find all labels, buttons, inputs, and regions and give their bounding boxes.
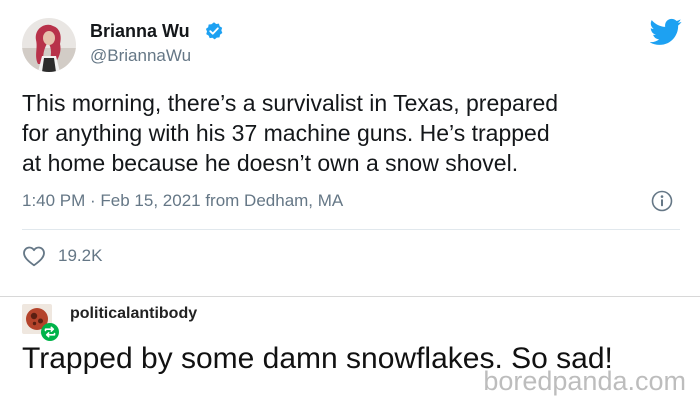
tweet-text-line: at home because he doesn’t own a snow sh… (22, 150, 519, 176)
twitter-bird-icon[interactable] (649, 18, 682, 46)
reblogger-username[interactable]: politicalantibody (70, 304, 197, 324)
reblog-icon (41, 323, 59, 341)
tweet-body: This morning, there’s a survivalist in T… (22, 88, 682, 178)
page: Brianna Wu @BriannaWu This morning, ther… (0, 0, 700, 402)
reblog-section: politicalantibody Trapped by some damn s… (0, 297, 700, 402)
tweet-divider (22, 229, 680, 230)
heart-icon[interactable] (22, 245, 46, 267)
author-display-name[interactable]: Brianna Wu (90, 20, 190, 42)
avatar-icon[interactable] (22, 304, 60, 342)
verified-badge-icon (204, 21, 224, 41)
tweet-card: Brianna Wu @BriannaWu This morning, ther… (0, 0, 700, 297)
info-icon[interactable] (651, 190, 673, 212)
author-handle[interactable]: @BriannaWu (90, 45, 191, 67)
like-count: 19.2K (58, 246, 103, 265)
author-avatar[interactable] (22, 18, 76, 72)
tweet-timestamp[interactable]: 1:40 PM · Feb 15, 2021 from Dedham, MA (22, 190, 343, 212)
tweet-text-line: This morning, there’s a survivalist in T… (22, 90, 559, 116)
like-action[interactable]: 19.2K (22, 243, 102, 269)
tweet-text-line: for anything with his 37 machine guns. H… (22, 120, 550, 146)
watermark: boredpanda.com (483, 366, 686, 396)
